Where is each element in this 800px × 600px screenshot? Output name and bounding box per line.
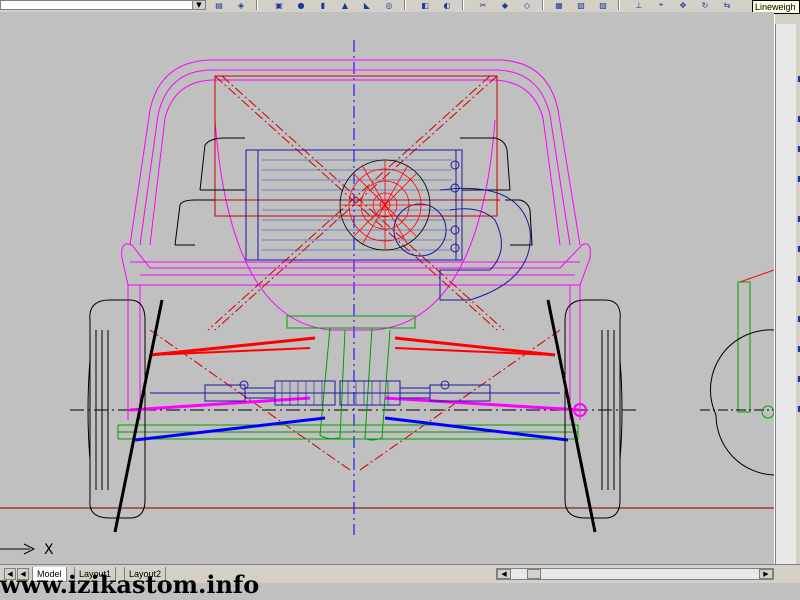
subtract-icon[interactable]: ▧ — [574, 0, 588, 10]
extrude-icon[interactable]: ◧ — [418, 0, 432, 10]
horizontal-scrollbar[interactable]: ◀ ▶ — [496, 568, 774, 580]
revolve-icon[interactable]: ◐ — [440, 0, 454, 10]
ucs-indicator: X — [0, 540, 64, 560]
cylinder-icon[interactable]: ▮ — [316, 0, 330, 10]
intersect-icon[interactable]: ▨ — [596, 0, 610, 10]
frame-x-brace — [149, 75, 561, 471]
vertical-scrollbar[interactable] — [775, 24, 796, 564]
interfere-icon[interactable]: ◇ — [520, 0, 534, 10]
ucs-x-label: X — [44, 542, 54, 558]
align-icon[interactable]: ⇆ — [720, 0, 734, 10]
engine-block — [245, 149, 531, 301]
suspension-uprights — [117, 315, 579, 441]
view-icon[interactable]: ⌖ — [654, 0, 668, 10]
rotate-icon[interactable]: ↻ — [698, 0, 712, 10]
ucs-arrow-icon — [0, 543, 36, 555]
toolbar-separator — [404, 0, 406, 10]
union-icon[interactable]: ▦ — [552, 0, 566, 10]
scroll-left-button[interactable]: ◀ — [497, 569, 511, 579]
box-icon[interactable]: ▣ — [272, 0, 286, 10]
wedge-icon[interactable]: ◣ — [360, 0, 374, 10]
chevron-down-icon[interactable]: ▼ — [192, 0, 206, 10]
cad-drawing — [0, 40, 774, 535]
side-view-fragment — [700, 269, 774, 476]
ucs-icon[interactable]: ⊥ — [632, 0, 646, 10]
section-icon[interactable]: ◆ — [498, 0, 512, 10]
steering-rack — [150, 380, 560, 406]
toolbar-separator — [462, 0, 464, 10]
move-icon[interactable]: ✥ — [676, 0, 690, 10]
fan — [339, 159, 431, 251]
toolbar-separator — [618, 0, 620, 10]
left-kingpin-line — [113, 299, 164, 533]
toolbar-separator — [256, 0, 258, 10]
right-toolbar-strip: ◧ ◧ ◧ ◧ ◧ ◧ ◧ ◧ ◧ ◧ ◧ — [774, 14, 800, 566]
torus-icon[interactable]: ◎ — [382, 0, 396, 10]
cone-icon[interactable]: ▲ — [338, 0, 352, 10]
layers-icon[interactable]: ▤ — [212, 0, 226, 10]
scroll-right-button[interactable]: ▶ — [759, 569, 773, 579]
scroll-thumb[interactable] — [527, 569, 541, 579]
drawing-canvas[interactable] — [0, 12, 774, 564]
sphere-icon[interactable]: ● — [294, 0, 308, 10]
slice-icon[interactable]: ✂ — [476, 0, 490, 10]
right-kingpin-line — [546, 299, 597, 533]
layer-dropdown[interactable] — [0, 0, 206, 10]
layer-state-icon[interactable]: ◈ — [234, 0, 248, 10]
watermark-text: www.izikastom.info — [0, 570, 260, 599]
toolbar-separator — [542, 0, 544, 10]
